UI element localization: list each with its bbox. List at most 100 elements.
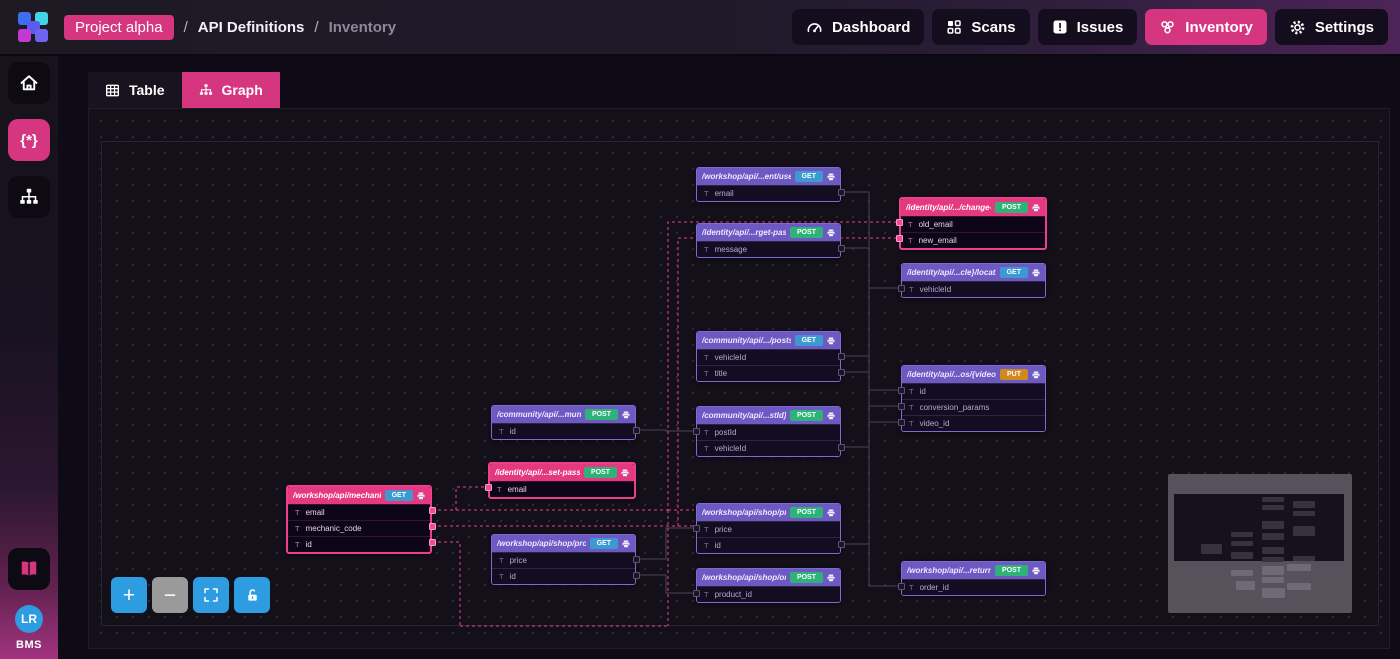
handle-vehicle-location-vehicleId[interactable] [898, 285, 905, 292]
printer-icon [827, 229, 835, 237]
breadcrumb-section[interactable]: API Definitions [198, 19, 305, 36]
field-type: T [704, 428, 709, 437]
handle-forget-password-message[interactable] [838, 245, 845, 252]
field-name: id [306, 540, 312, 549]
nav-button-issues[interactable]: Issues [1038, 9, 1138, 45]
handle-posts-recent-title[interactable] [838, 369, 845, 376]
field-name: vehicleId [715, 444, 747, 453]
api-node-videos[interactable]: /identity/api/...os/{video_id}PUTTidTcon… [901, 365, 1046, 432]
api-node-users-all[interactable]: /workshop/api/...ent/users/allGETTemail [696, 167, 841, 202]
handle-posts-recent-vehicleId[interactable] [838, 353, 845, 360]
gear-icon [1289, 19, 1306, 36]
api-node-post-comment[interactable]: /community/api/...stId}/commentPOSTTpost… [696, 406, 841, 457]
docs-button[interactable] [8, 548, 50, 590]
handle-shop-products-post-price[interactable] [693, 525, 700, 532]
app-logo[interactable] [18, 12, 48, 42]
handle-mechanic-id[interactable] [429, 539, 436, 546]
handle-mechanic-email[interactable] [429, 507, 436, 514]
tab-table[interactable]: Table [88, 72, 182, 108]
minimap-viewport[interactable] [1174, 494, 1344, 561]
printer-icon [1032, 269, 1040, 277]
node-header: /identity/api/...set-passwordPOST [490, 464, 634, 481]
minimap-node [1201, 544, 1223, 554]
node-field-new_email: Tnew_email [901, 232, 1045, 248]
minimap-node [1262, 521, 1284, 528]
field-name: old_email [919, 220, 953, 229]
handle-videos-video_id[interactable] [898, 419, 905, 426]
api-node-forget-password[interactable]: /identity/api/...rget-passwordPOSTTmessa… [696, 223, 841, 258]
api-node-community-posts[interactable]: /community/api/...munity/postsPOSTTid [491, 405, 636, 440]
handle-change-email-old_email[interactable] [896, 219, 903, 226]
api-node-shop-products-get[interactable]: /workshop/api/shop/productsGETTpriceTid [491, 534, 636, 585]
printer-icon [827, 509, 835, 517]
printer-icon [621, 469, 629, 477]
sidebar-item-api-definitions[interactable]: {*} [8, 119, 50, 161]
tab-label: Graph [222, 82, 263, 98]
handle-videos-id[interactable] [898, 387, 905, 394]
printer-icon [827, 173, 835, 181]
node-field-email: Temail [697, 185, 840, 201]
handle-return-order-order_id[interactable] [898, 583, 905, 590]
node-header: /workshop/api/shop/productsGET [492, 535, 635, 552]
left-sidebar: {*} LR BMS [0, 56, 58, 659]
api-node-return-order[interactable]: /workshop/api/...return_orderPOSTTorder_… [901, 561, 1046, 596]
field-type: T [909, 403, 914, 412]
field-name: id [920, 387, 926, 396]
handle-post-comment-vehicleId[interactable] [838, 444, 845, 451]
handle-reset-password-email[interactable] [485, 484, 492, 491]
sidebar-item-sitemap[interactable] [8, 176, 50, 218]
handle-mechanic-mechanic_code[interactable] [429, 523, 436, 530]
fit-view-button[interactable] [193, 577, 229, 613]
handle-shop-products-get-price[interactable] [633, 556, 640, 563]
nav-button-inventory[interactable]: Inventory [1145, 9, 1267, 45]
graph-icon [199, 83, 213, 97]
handle-change-email-new_email[interactable] [896, 235, 903, 242]
api-node-reset-password[interactable]: /identity/api/...set-passwordPOSTTemail [488, 462, 636, 499]
minimap[interactable] [1168, 474, 1352, 613]
handle-community-posts-id[interactable] [633, 427, 640, 434]
api-node-shop-products-post[interactable]: /workshop/api/shop/productsPOSTTpriceTid [696, 503, 841, 554]
handle-post-comment-postId[interactable] [693, 428, 700, 435]
method-badge: POST [585, 409, 618, 420]
node-header: /identity/api/...cle}/locationGET [902, 264, 1045, 281]
zoom-in-button[interactable]: + [111, 577, 147, 613]
node-path: /workshop/api/shop/products [497, 539, 586, 548]
breadcrumb-project-badge[interactable]: Project alpha [64, 15, 174, 40]
field-name: new_email [919, 236, 957, 245]
api-node-vehicle-location[interactable]: /identity/api/...cle}/locationGETTvehicl… [901, 263, 1046, 298]
api-node-posts-recent[interactable]: /community/api/.../posts/recentGETTvehic… [696, 331, 841, 382]
nav-button-scans[interactable]: Scans [932, 9, 1029, 45]
node-path: /identity/api/...rget-password [702, 228, 786, 237]
field-type: T [704, 444, 709, 453]
edge [841, 192, 901, 288]
nav-button-settings[interactable]: Settings [1275, 9, 1388, 45]
handle-shop-products-post-id[interactable] [838, 541, 845, 548]
field-name: id [510, 427, 516, 436]
handle-videos-conversion_params[interactable] [898, 403, 905, 410]
node-path: /identity/api/...set-password [495, 468, 580, 477]
sidebar-item-home[interactable] [8, 62, 50, 104]
field-name: message [715, 245, 747, 254]
api-node-shop-orders[interactable]: /workshop/api/shop/ordersPOSTTproduct_id [696, 568, 841, 603]
handle-shop-products-get-id[interactable] [633, 572, 640, 579]
minimap-node-offscreen [1236, 581, 1255, 590]
nav-button-dashboard[interactable]: Dashboard [792, 9, 924, 45]
node-header: /workshop/api/shop/ordersPOST [697, 569, 840, 586]
node-path: /workshop/api/mechanic/ [293, 491, 381, 500]
graph-canvas[interactable]: /workshop/api/mechanic/GETTemailTmechani… [88, 108, 1390, 649]
tab-graph[interactable]: Graph [182, 72, 280, 108]
zoom-out-button[interactable]: − [152, 577, 188, 613]
avatar[interactable]: LR [15, 605, 43, 633]
user-area: LR BMS [15, 605, 43, 651]
node-field-price: Tprice [697, 521, 840, 537]
navbar-buttons: DashboardScansIssuesInventorySettings [792, 9, 1388, 45]
api-node-change-email[interactable]: /identity/api/.../change-emailPOSTTold_e… [899, 197, 1047, 250]
lock-button[interactable] [234, 577, 270, 613]
field-type: T [499, 572, 504, 581]
minimap-node [1293, 556, 1315, 561]
api-node-mechanic[interactable]: /workshop/api/mechanic/GETTemailTmechani… [286, 485, 432, 554]
handle-shop-orders-product_id[interactable] [693, 590, 700, 597]
book-icon [19, 559, 39, 579]
minimap-node [1262, 533, 1284, 540]
handle-users-all-email[interactable] [838, 189, 845, 196]
